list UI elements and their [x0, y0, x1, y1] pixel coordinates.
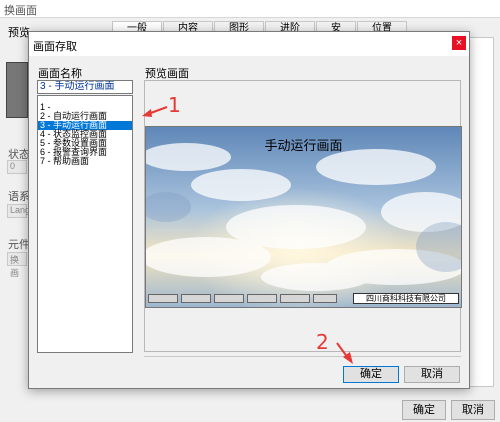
preview-company-name: 四川商科科技有限公司	[353, 293, 459, 304]
preview-nav-button	[247, 294, 277, 303]
dialog-titlebar: 画面存取 ×	[29, 32, 469, 56]
screen-names-label: 画面名称	[38, 68, 82, 80]
screen-name-combo[interactable]: 3 - 手动运行画面	[37, 80, 133, 94]
background-preview-label: 预览	[8, 27, 30, 39]
preview-nav-button	[313, 294, 337, 303]
language-label: 语系	[8, 191, 30, 203]
preview-screen-title: 手动运行画面	[264, 139, 343, 154]
background-window-title: 换画面	[4, 5, 37, 17]
preview-nav-button	[148, 294, 178, 303]
preview-screen-label: 预览画面	[145, 68, 189, 80]
background-cancel-button[interactable]: 取消	[451, 400, 495, 420]
preview-image: 手动运行画面 四川商科科技有限公司	[145, 126, 462, 308]
dialog-title: 画面存取	[33, 41, 77, 53]
component-label: 元件	[8, 239, 30, 251]
state-field[interactable]: 0	[7, 160, 27, 174]
preview-nav-button	[214, 294, 244, 303]
dialog-separator	[144, 356, 461, 357]
background-titlebar: 换画面	[0, 0, 500, 18]
language-field[interactable]: Lang	[7, 204, 30, 218]
component-field[interactable]: 换画	[7, 252, 27, 278]
preview-nav-button	[181, 294, 211, 303]
annotation-label-2: 2	[316, 330, 329, 354]
screen-access-dialog: 画面存取 × 画面名称 预览画面 3 - 手动运行画面 1 - 2 - 自动运行…	[28, 31, 470, 389]
preview-nav-button	[280, 294, 310, 303]
preview-button-row	[148, 294, 340, 303]
ok-button[interactable]: 确定	[343, 366, 399, 383]
background-ok-button[interactable]: 确定	[402, 400, 446, 420]
close-icon[interactable]: ×	[452, 36, 466, 50]
annotation-arrow-1	[142, 106, 168, 117]
cancel-button[interactable]: 取消	[404, 366, 460, 383]
screen-list[interactable]: 1 - 2 - 自动运行画面 3 - 手动运行画面 4 - 状态监控画面 5 -…	[37, 95, 133, 353]
annotation-arrow-2	[336, 342, 353, 364]
background-preview-thumbnail	[6, 62, 28, 118]
sky-background	[146, 127, 461, 307]
list-item[interactable]: 7 - 帮助画面	[38, 157, 132, 166]
